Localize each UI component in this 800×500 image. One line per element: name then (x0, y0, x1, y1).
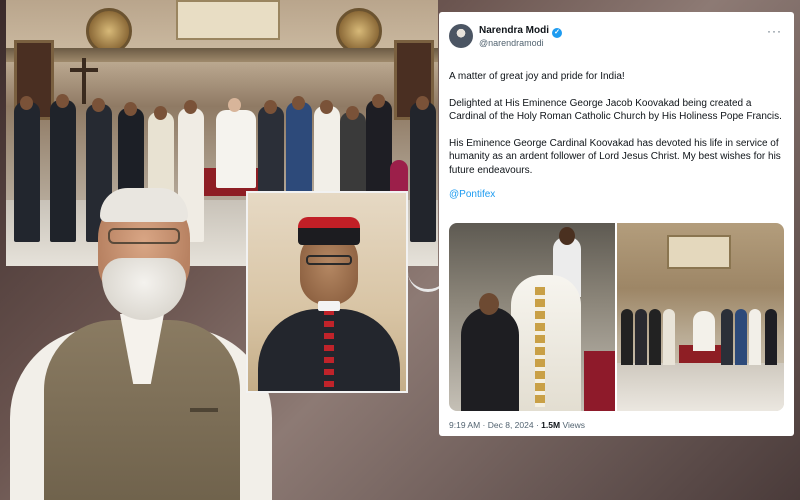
photo-person-head (320, 100, 333, 114)
photo-stole (535, 287, 545, 407)
photo-person (410, 102, 436, 242)
photo-cornice (6, 48, 438, 62)
tweet-footer: 9:19 AM · Dec 8, 2024 · 1.5M Views (449, 420, 585, 430)
photo-pope-head (228, 98, 241, 112)
vest-pocket (190, 408, 218, 412)
photo-person-head (124, 102, 137, 116)
avatar[interactable] (449, 24, 473, 48)
photo-person-head (92, 98, 105, 112)
tweet-paragraph: His Eminence George Cardinal Koovakad ha… (449, 137, 781, 176)
photo-person (635, 309, 647, 365)
tweet-paragraph: Delighted at His Eminence George Jacob K… (449, 97, 782, 123)
author-handle[interactable]: @narendramodi (479, 38, 544, 48)
zucchetto-cap-icon (298, 217, 360, 245)
tweet-photo-ceremony[interactable] (449, 223, 615, 411)
photo-pope-seated (693, 311, 715, 351)
photo-person-head (264, 100, 277, 114)
mention-link[interactable]: @Pontifex (449, 189, 784, 200)
photo-person (721, 309, 733, 365)
photo-priest-head (559, 227, 575, 245)
cardinal-portrait (246, 191, 408, 393)
tweet-card: Narendra Modi ✓ @narendramodi ··· A matte… (439, 12, 794, 436)
verified-badge-icon: ✓ (552, 28, 563, 38)
photo-floor (617, 363, 784, 411)
author-name-text[interactable]: Narendra Modi (479, 25, 549, 36)
photo-person-head (56, 94, 69, 108)
photo-pope-seated (216, 110, 256, 188)
photo-person (735, 309, 747, 365)
photo-plaque (667, 235, 731, 269)
photo-red-robe (584, 351, 615, 411)
photo-person-head (346, 106, 359, 120)
glasses-icon (108, 228, 180, 244)
photo-person (749, 309, 761, 365)
views-count: 1.5M (541, 420, 561, 430)
cardinal-piping (324, 309, 334, 391)
photo-person (663, 309, 675, 365)
cardinal-collar (318, 301, 340, 311)
photo-person (621, 309, 633, 365)
glasses-icon (306, 255, 352, 265)
photo-person-head (154, 106, 167, 120)
tweet-timestamp[interactable]: 9:19 AM · Dec 8, 2024 · (449, 420, 539, 430)
views-label: Views (562, 420, 585, 430)
tweet-paragraph: A matter of great joy and pride for Indi… (449, 71, 625, 82)
photo-plaque (176, 0, 280, 40)
crucifix-bar (70, 68, 98, 72)
photo-person (649, 309, 661, 365)
ellipsis-icon[interactable]: ··· (767, 24, 782, 38)
photo-person-head (292, 96, 305, 110)
photo-pope-vestment (511, 275, 581, 411)
tweet-media-grid (449, 223, 784, 411)
photo-person-head (20, 96, 33, 110)
modi-hair (100, 188, 188, 222)
modi-beard (102, 258, 186, 320)
photo-person (765, 309, 777, 365)
photo-person-head (416, 96, 429, 110)
crucifix-icon (82, 58, 86, 104)
photo-cardinal-kneeling (461, 307, 519, 411)
photo-person-head (184, 100, 197, 114)
tweet-header: Narendra Modi ✓ @narendramodi ··· (449, 22, 784, 52)
tweet-photo-group[interactable] (617, 223, 784, 411)
photo-cardinal-head (479, 293, 499, 315)
photo-person-head (372, 94, 385, 108)
tweet-body: A matter of great joy and pride for Indi… (449, 70, 784, 200)
author-name[interactable]: Narendra Modi ✓ (479, 25, 563, 38)
